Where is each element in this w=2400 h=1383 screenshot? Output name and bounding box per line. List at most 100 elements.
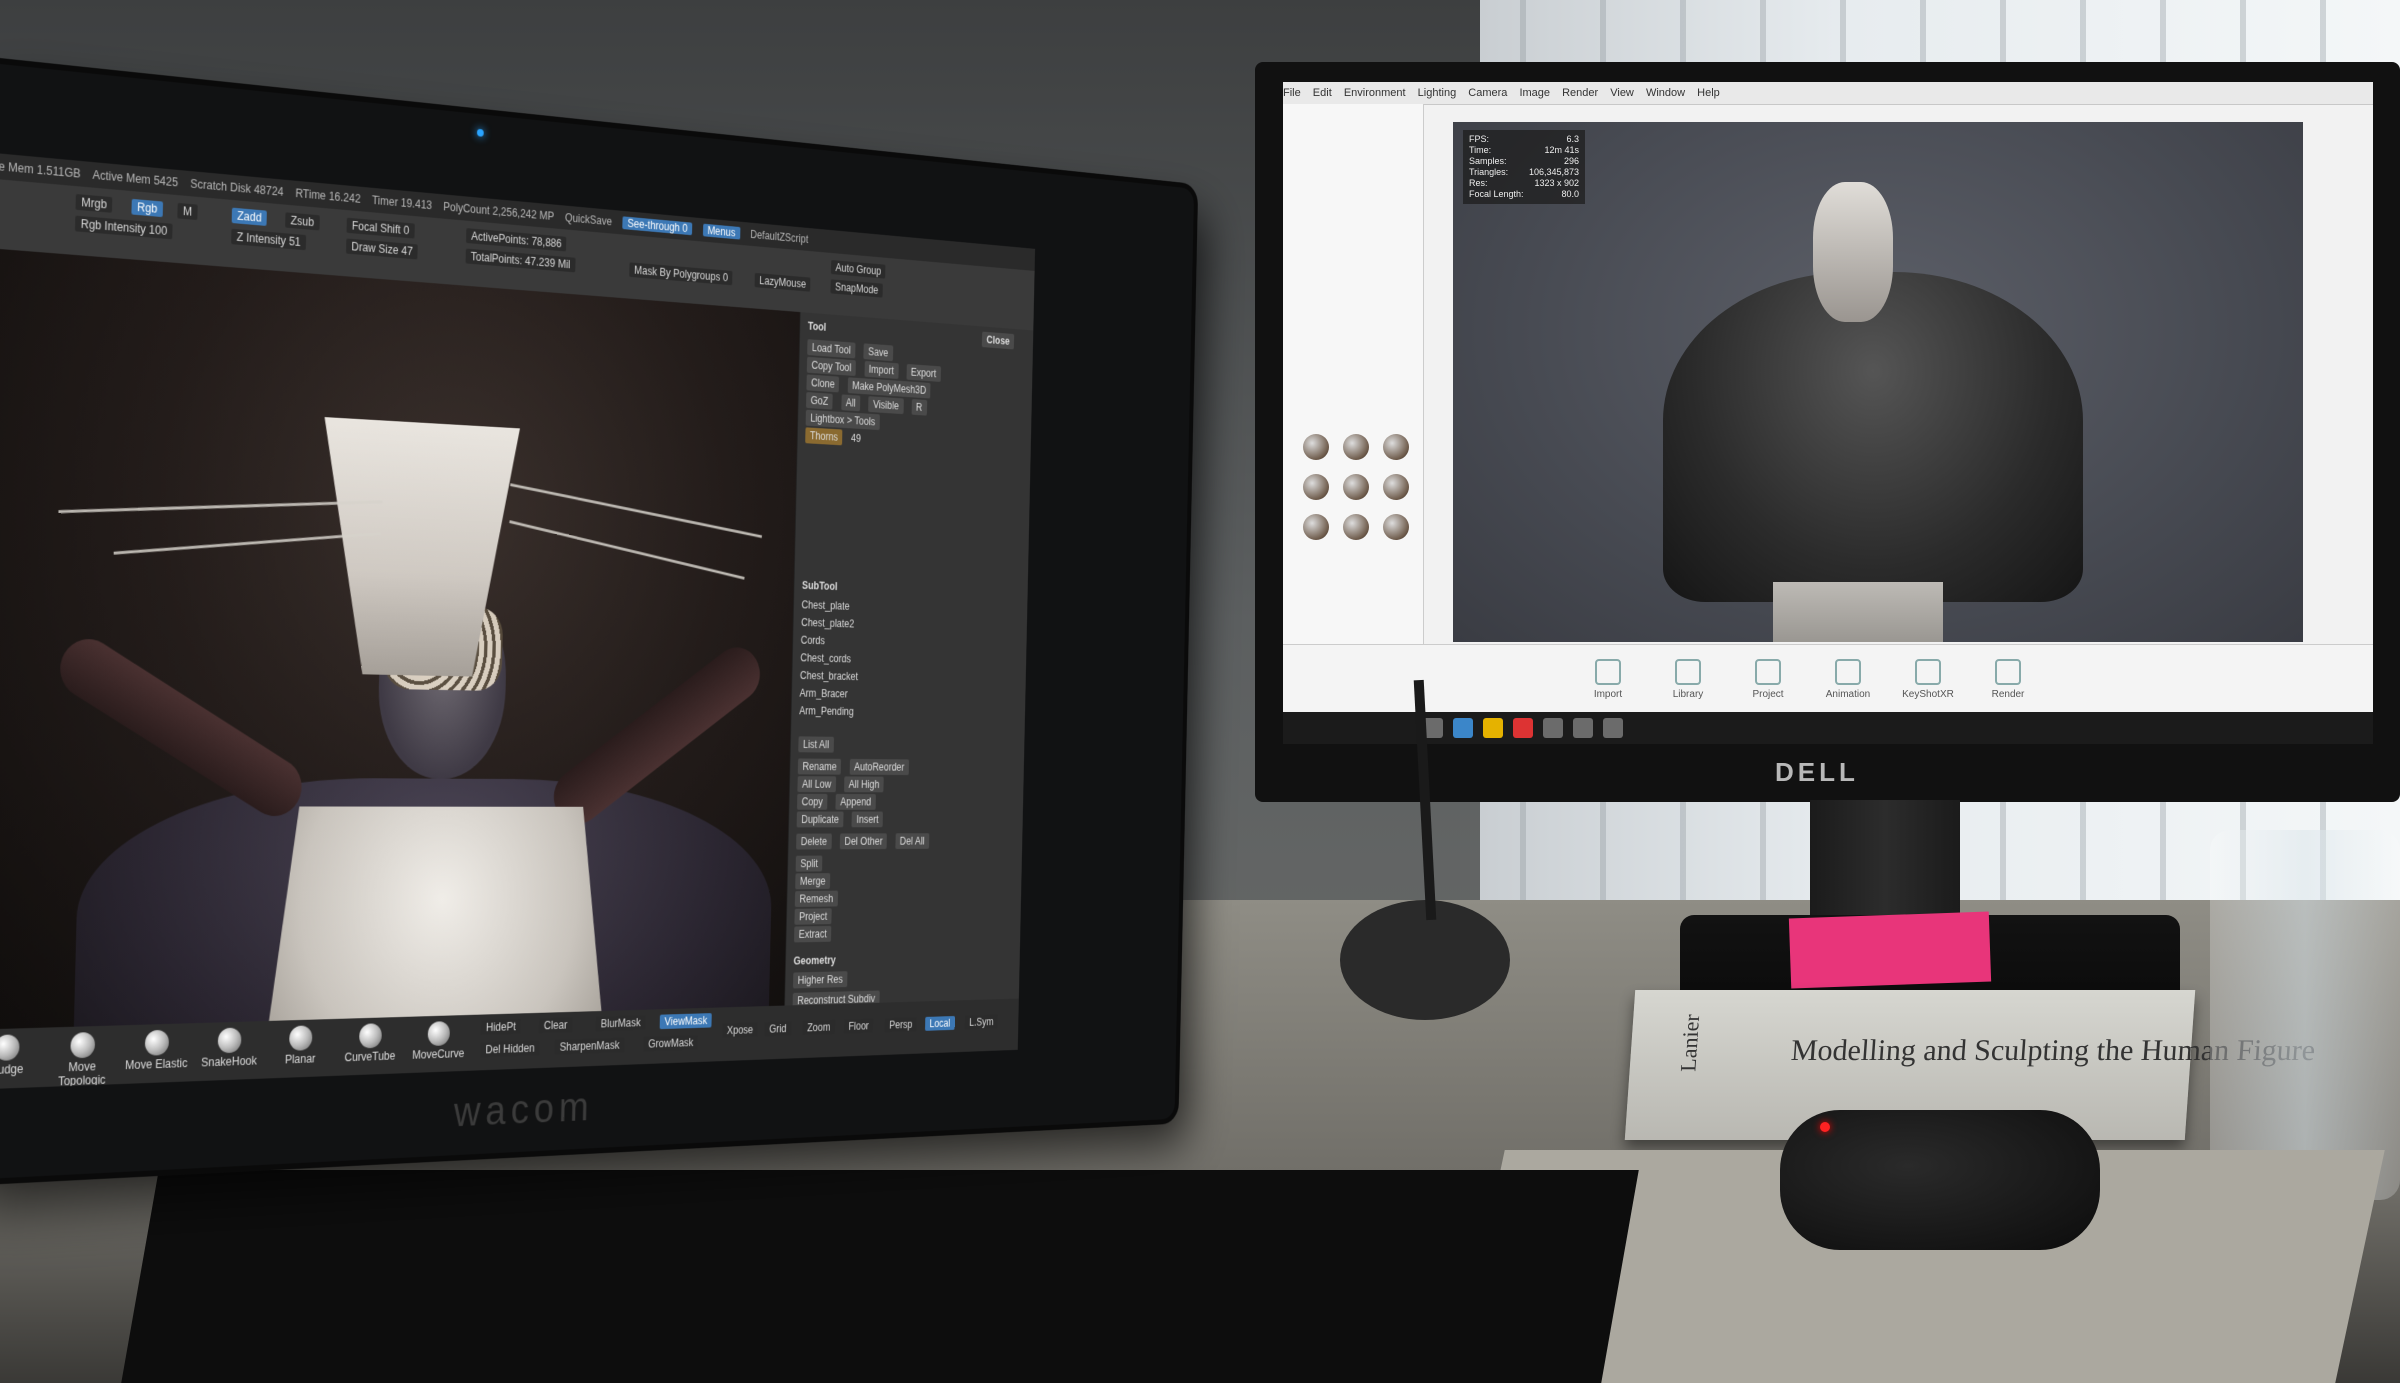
material-thumbnail[interactable] xyxy=(1343,514,1369,540)
autoreorder-button[interactable]: AutoReorder xyxy=(849,759,908,775)
brush-move-topologic[interactable]: Move Topologic xyxy=(44,1031,120,1089)
xpose-button[interactable]: Xpose xyxy=(722,1022,758,1037)
library-button[interactable]: Library xyxy=(1653,659,1723,700)
copy-button[interactable]: Copy xyxy=(797,794,828,810)
material-thumbnail[interactable] xyxy=(1383,474,1409,500)
all-button[interactable]: All xyxy=(841,394,860,411)
del-all-button[interactable]: Del All xyxy=(895,833,929,849)
m-button[interactable]: M xyxy=(177,203,197,220)
brush-nudge[interactable]: Nudge xyxy=(0,1034,45,1078)
material-thumbnail[interactable] xyxy=(1303,514,1329,540)
keyshot-render-viewport[interactable]: FPS: 6.3 Time: 12m 41s Samples: 296 Tria… xyxy=(1453,122,2303,642)
z-intensity-slider[interactable]: Z Intensity 51 xyxy=(231,229,306,251)
zsub-button[interactable]: Zsub xyxy=(285,212,319,230)
sharpenmask-button[interactable]: SharpenMask xyxy=(555,1038,625,1055)
split-button[interactable]: Split xyxy=(796,856,823,872)
all-high-button[interactable]: All High xyxy=(844,776,884,792)
menu-help[interactable]: Help xyxy=(1697,87,1720,99)
r-button[interactable]: R xyxy=(911,399,926,416)
import-button[interactable]: Import xyxy=(1573,659,1643,700)
visible-button[interactable]: Visible xyxy=(868,396,903,414)
quicksave-button[interactable]: QuickSave xyxy=(565,211,612,228)
merge-button[interactable]: Merge xyxy=(795,873,830,889)
copy-tool-button[interactable]: Copy Tool xyxy=(807,357,856,376)
menu-file[interactable]: File xyxy=(1283,87,1301,99)
delete-button[interactable]: Delete xyxy=(796,834,832,850)
animation-button[interactable]: Animation xyxy=(1813,659,1883,700)
subtool-item[interactable]: Arm_Bracer xyxy=(799,685,1012,705)
taskbar-app-icon[interactable] xyxy=(1573,718,1593,738)
list-all-button[interactable]: List All xyxy=(798,736,834,752)
draw-size-slider[interactable]: Draw Size 47 xyxy=(346,238,418,259)
brush-planar[interactable]: Planar xyxy=(265,1025,336,1067)
menu-view[interactable]: View xyxy=(1610,87,1634,99)
project-button[interactable]: Project xyxy=(794,908,832,924)
load-tool-button[interactable]: Load Tool xyxy=(807,339,855,358)
extract-button[interactable]: Extract xyxy=(794,926,832,943)
del-other-button[interactable]: Del Other xyxy=(840,833,887,849)
geometry-header[interactable]: Geometry xyxy=(793,948,1006,969)
material-thumbnail[interactable] xyxy=(1303,434,1329,460)
taskbar-app-icon[interactable] xyxy=(1453,718,1473,738)
growmask-button[interactable]: GrowMask xyxy=(643,1035,698,1051)
rgb-button[interactable]: Rgb xyxy=(131,199,163,217)
current-tool-slider[interactable]: Thorns xyxy=(805,427,842,445)
del-hidden-button[interactable]: Del Hidden xyxy=(480,1040,539,1057)
mask-by-polygroups-slider[interactable]: Mask By Polygroups 0 xyxy=(629,262,733,285)
menu-render[interactable]: Render xyxy=(1562,87,1598,99)
zbrush-canvas[interactable] xyxy=(0,247,807,1046)
brush-move-elastic[interactable]: Move Elastic xyxy=(119,1029,193,1072)
snapmode-button[interactable]: SnapMode xyxy=(830,279,882,297)
keyshotxr-button[interactable]: KeyShotXR xyxy=(1893,659,1963,700)
hidept-button[interactable]: HidePt xyxy=(481,1019,521,1035)
local-button[interactable]: Local xyxy=(925,1016,955,1031)
brush-snakehook[interactable]: SnakeHook xyxy=(193,1027,266,1070)
material-thumbnail[interactable] xyxy=(1383,434,1409,460)
brush-movecurve[interactable]: MoveCurve xyxy=(404,1020,473,1062)
material-thumbnail[interactable] xyxy=(1343,474,1369,500)
mrgb-button[interactable]: Mrgb xyxy=(75,194,112,213)
zoom-button[interactable]: Zoom xyxy=(803,1020,835,1035)
floor-button[interactable]: Floor xyxy=(844,1019,874,1034)
taskbar-app-icon[interactable] xyxy=(1513,718,1533,738)
persp-button[interactable]: Persp xyxy=(885,1017,917,1032)
viewmask-button[interactable]: ViewMask xyxy=(660,1013,712,1029)
close-button[interactable]: Close xyxy=(982,332,1014,350)
taskbar-app-icon[interactable] xyxy=(1483,718,1503,738)
brush-curvetube[interactable]: CurveTube xyxy=(335,1022,405,1064)
taskbar-app-icon[interactable] xyxy=(1603,718,1623,738)
export-button[interactable]: Export xyxy=(906,364,940,382)
insert-button[interactable]: Insert xyxy=(852,812,884,828)
higher-res-button[interactable]: Higher Res xyxy=(793,971,848,988)
grid-button[interactable]: Grid xyxy=(764,1021,791,1036)
rename-button[interactable]: Rename xyxy=(798,758,842,774)
menu-lighting[interactable]: Lighting xyxy=(1418,87,1457,99)
zadd-button[interactable]: Zadd xyxy=(232,208,268,226)
render-button[interactable]: Render xyxy=(1973,659,2043,700)
lightbox-tools-button[interactable]: Lightbox > Tools xyxy=(806,410,880,430)
menu-environment[interactable]: Environment xyxy=(1344,87,1406,99)
lsym-button[interactable]: L.Sym xyxy=(965,1015,998,1030)
default-zscript-button[interactable]: DefaultZScript xyxy=(750,228,808,246)
menus-button[interactable]: Menus xyxy=(703,224,741,240)
lazymouse-button[interactable]: LazyMouse xyxy=(755,273,811,292)
import-button[interactable]: Import xyxy=(864,361,898,379)
clear-mask-button[interactable]: Clear xyxy=(539,1017,573,1033)
material-thumbnail[interactable] xyxy=(1303,474,1329,500)
menu-camera[interactable]: Camera xyxy=(1468,87,1507,99)
menu-edit[interactable]: Edit xyxy=(1313,87,1332,99)
clone-button[interactable]: Clone xyxy=(806,374,839,392)
duplicate-button[interactable]: Duplicate xyxy=(797,812,844,828)
subtool-item[interactable]: Arm_Pending xyxy=(799,703,1012,722)
project-button[interactable]: Project xyxy=(1733,659,1803,700)
save-tool-button[interactable]: Save xyxy=(863,343,892,361)
material-thumbnail[interactable] xyxy=(1343,434,1369,460)
blurmask-button[interactable]: BlurMask xyxy=(596,1015,646,1031)
focal-shift-slider[interactable]: Focal Shift 0 xyxy=(346,218,414,239)
append-button[interactable]: Append xyxy=(836,794,876,810)
material-thumbnail[interactable] xyxy=(1383,514,1409,540)
menu-window[interactable]: Window xyxy=(1646,87,1685,99)
menu-image[interactable]: Image xyxy=(1519,87,1550,99)
all-low-button[interactable]: All Low xyxy=(797,776,836,792)
subtool-item[interactable]: Chest_bracket xyxy=(800,667,1013,687)
